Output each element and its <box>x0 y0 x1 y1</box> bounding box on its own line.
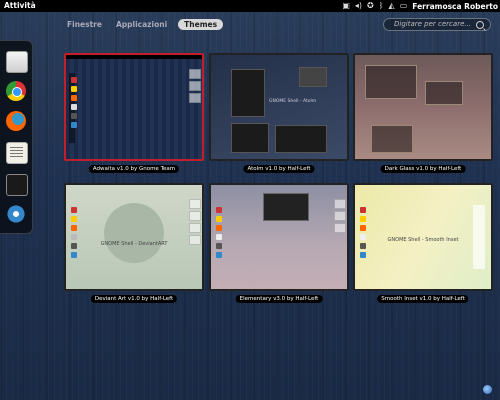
chrome-icon[interactable] <box>6 81 26 101</box>
theme-caption: Elementary v3.0 by Half-Left <box>235 295 323 303</box>
tab-themes[interactable]: Themes <box>178 19 224 30</box>
theme-card-adwaita[interactable]: Adwaita v1.0 by Gnome Team <box>64 53 204 173</box>
view-tabs: Finestre Applicazioni Themes <box>64 19 224 30</box>
theme-thumbnail: GNOME Shell - Smooth Inset <box>353 183 493 291</box>
theme-card-dark-glass[interactable]: Dark Glass v1.0 by Half-Left <box>353 53 493 173</box>
files-icon[interactable] <box>6 51 28 73</box>
activities-button[interactable]: Attività <box>4 1 36 10</box>
thumb-label: GNOME Shell - Smooth Inset <box>387 237 459 243</box>
thumb-label: GNOME Shell - DeviantART <box>100 241 168 247</box>
volume-icon[interactable]: ◂) <box>355 0 362 12</box>
theme-caption: Atolm v1.0 by Half-Left <box>243 165 315 173</box>
theme-thumbnail <box>353 53 493 161</box>
thumb-label: GNOME Shell - Atolm <box>269 99 317 104</box>
theme-caption: Adwaita v1.0 by Gnome Team <box>88 165 180 173</box>
theme-card-deviant-art[interactable]: GNOME Shell - DeviantART Deviant Art v1.… <box>64 183 204 303</box>
network-icon[interactable]: ◭ <box>389 0 395 12</box>
search-placeholder: Digitare per cercare... <box>394 20 472 28</box>
theme-thumbnail: GNOME Shell - DeviantART <box>64 183 204 291</box>
search-input[interactable]: Digitare per cercare... <box>383 18 491 31</box>
tab-applications[interactable]: Applicazioni <box>113 19 170 30</box>
theme-card-elementary[interactable]: Elementary v3.0 by Half-Left <box>209 183 349 303</box>
system-tray: ▣ ◂) ✪ ᛒ ◭ ▭ Ferramosca Roberto <box>342 0 498 12</box>
top-panel: Attività ▣ ◂) ✪ ᛒ ◭ ▭ Ferramosca Roberto <box>0 0 500 12</box>
theme-card-atolm[interactable]: GNOME Shell - Atolm Atolm v1.0 by Half-L… <box>209 53 349 173</box>
bluetooth-icon[interactable]: ᛒ <box>379 0 384 12</box>
theme-caption: Deviant Art v1.0 by Half-Left <box>90 295 178 303</box>
accessibility-icon[interactable]: ✪ <box>367 0 374 12</box>
theme-card-smooth-inset[interactable]: GNOME Shell - Smooth Inset Smooth Inset … <box>353 183 493 303</box>
terminal-icon[interactable] <box>6 174 28 196</box>
firefox-icon[interactable] <box>6 111 26 131</box>
battery-icon[interactable]: ▭ <box>400 0 408 12</box>
theme-caption: Smooth Inset v1.0 by Half-Left <box>377 295 469 303</box>
gnome-tweak-icon[interactable] <box>6 204 26 224</box>
theme-thumbnail <box>209 183 349 291</box>
notification-tray-icon[interactable] <box>483 385 492 394</box>
search-icon <box>476 21 484 29</box>
theme-caption: Dark Glass v1.0 by Half-Left <box>380 165 466 173</box>
theme-thumbnail: GNOME Shell - Atolm <box>209 53 349 161</box>
text-editor-icon[interactable] <box>6 142 28 164</box>
dash <box>0 40 33 234</box>
chat-icon[interactable]: ▣ <box>342 0 350 12</box>
user-menu[interactable]: Ferramosca Roberto <box>412 2 498 11</box>
theme-thumbnail <box>64 53 204 161</box>
tab-windows[interactable]: Finestre <box>64 19 105 30</box>
